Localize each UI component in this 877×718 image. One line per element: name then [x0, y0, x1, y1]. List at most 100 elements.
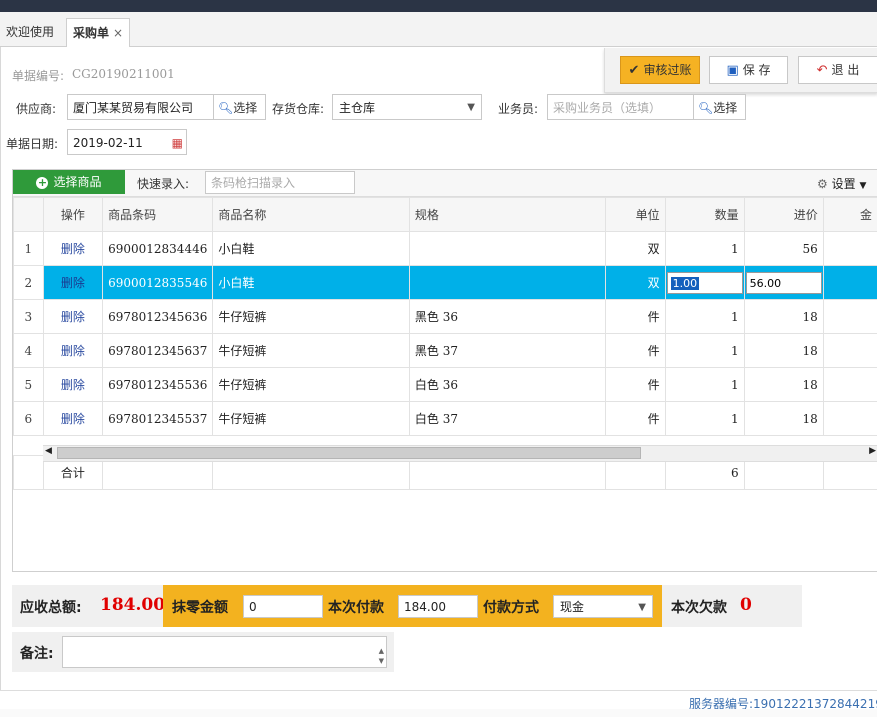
amount-cell [823, 300, 877, 334]
qty-cell[interactable]: 1 [665, 368, 744, 402]
unit-cell[interactable]: 件 [606, 368, 665, 402]
warehouse-label: 存货仓库: [272, 100, 324, 117]
unit-cell[interactable]: 双 [606, 232, 665, 266]
warehouse-select[interactable]: 主仓库 ▼ [332, 94, 482, 120]
price-cell[interactable]: 18 [744, 402, 823, 436]
tab-welcome[interactable]: 欢迎使用 [0, 18, 60, 46]
search-icon: 🔍︎ [218, 101, 233, 115]
spec-cell[interactable]: 黑色 36 [409, 300, 605, 334]
qty-input[interactable]: 1.00 [667, 272, 743, 294]
spec-cell[interactable]: 黑色 37 [409, 334, 605, 368]
amount-cell [823, 402, 877, 436]
payment-method-select[interactable]: 现金 ▼ [553, 595, 653, 618]
exit-button[interactable]: ↶退 出 [798, 56, 877, 84]
add-goods-button[interactable]: +选择商品 [13, 170, 125, 194]
scrollbar-thumb[interactable] [57, 447, 641, 459]
col-price-header: 进价 [744, 198, 823, 232]
doc-no-label: 单据编号: [12, 67, 64, 84]
paid-input[interactable]: 184.00 [398, 595, 478, 618]
remark-textarea[interactable]: ▲ ▼ [62, 636, 387, 668]
amount-cell [823, 368, 877, 402]
qty-cell[interactable]: 1 [665, 402, 744, 436]
warehouse-value: 主仓库 [339, 101, 375, 115]
qty-edit-cell[interactable]: 1.00 [665, 266, 744, 300]
save-label: 保 存 [743, 63, 771, 77]
scroll-right-icon[interactable]: ▶ [869, 446, 876, 456]
taskbar-strip [0, 709, 877, 717]
row-index: 1 [14, 232, 44, 266]
delete-link[interactable]: 删除 [43, 232, 102, 266]
name-cell[interactable]: 牛仔短裤 [213, 402, 410, 436]
delete-link[interactable]: 删除 [43, 402, 102, 436]
doc-no-value: CG20190211001 [72, 67, 175, 81]
name-cell[interactable]: 牛仔短裤 [213, 334, 410, 368]
receivable-label: 应收总额: [20, 597, 82, 617]
col-index-header [14, 198, 44, 232]
table-row[interactable]: 4 删除 6978012345637 牛仔短裤 黑色 37 件 1 18 [14, 334, 877, 368]
unit-cell[interactable]: 件 [606, 300, 665, 334]
settings-button[interactable]: ⚙ 设置 ▼ [817, 175, 866, 192]
row-index: 2 [14, 266, 44, 300]
price-cell[interactable]: 56 [744, 232, 823, 266]
salesman-select-button[interactable]: 🔍︎选择 [693, 94, 746, 120]
plus-icon: + [36, 177, 48, 189]
quick-entry-label: 快速录入: [137, 175, 189, 192]
tab-welcome-label: 欢迎使用 [6, 25, 54, 39]
remark-label: 备注: [20, 643, 54, 663]
unit-cell[interactable]: 双 [606, 266, 665, 300]
unit-cell[interactable]: 件 [606, 402, 665, 436]
delete-link[interactable]: 删除 [43, 334, 102, 368]
barcode-cell[interactable]: 6978012345636 [103, 300, 213, 334]
barcode-cell[interactable]: 6978012345537 [103, 402, 213, 436]
name-cell[interactable]: 牛仔短裤 [213, 300, 410, 334]
approve-post-button[interactable]: ✔审核过账 [620, 56, 700, 84]
barcode-scan-input[interactable]: 条码枪扫描录入 [205, 171, 355, 194]
discount-input[interactable]: 0 [243, 595, 323, 618]
table-row[interactable]: 3 删除 6978012345636 牛仔短裤 黑色 36 件 1 18 [14, 300, 877, 334]
spinner-down-icon[interactable]: ▼ [379, 656, 384, 666]
salesman-field[interactable]: 采购业务员（选填） [547, 94, 694, 120]
qty-cell[interactable]: 1 [665, 300, 744, 334]
spec-cell[interactable] [409, 232, 605, 266]
table-row[interactable]: 6 删除 6978012345537 牛仔短裤 白色 37 件 1 18 [14, 402, 877, 436]
delete-link[interactable]: 删除 [43, 368, 102, 402]
spec-cell[interactable] [409, 266, 605, 300]
price-input[interactable]: 56.00 [746, 272, 822, 294]
name-cell[interactable]: 小白鞋 [213, 266, 410, 300]
close-icon[interactable]: × [113, 26, 123, 40]
calendar-icon[interactable]: ▦ [172, 130, 183, 156]
tab-purchase-order[interactable]: 采购单× [66, 18, 130, 47]
delete-link[interactable]: 删除 [43, 300, 102, 334]
col-amount-header: 金 [823, 198, 877, 232]
unit-cell[interactable]: 件 [606, 334, 665, 368]
delete-link[interactable]: 删除 [43, 266, 102, 300]
name-cell[interactable]: 牛仔短裤 [213, 368, 410, 402]
table-row-selected[interactable]: 2 删除 6900012835546 小白鞋 双 1.00 56.00 [14, 266, 877, 300]
salesman-label: 业务员: [498, 100, 538, 117]
horizontal-scrollbar[interactable]: ◀ ▶ [43, 445, 877, 462]
back-arrow-icon: ↶ [817, 58, 828, 84]
barcode-cell[interactable]: 6900012834446 [103, 232, 213, 266]
supplier-field[interactable]: 厦门某某贸易有限公司 [67, 94, 214, 120]
price-edit-cell[interactable]: 56.00 [744, 266, 823, 300]
barcode-cell[interactable]: 6900012835546 [103, 266, 213, 300]
spec-cell[interactable]: 白色 37 [409, 402, 605, 436]
scroll-left-icon[interactable]: ◀ [45, 446, 52, 456]
name-cell[interactable]: 小白鞋 [213, 232, 410, 266]
save-button[interactable]: ▣ 保 存 [709, 56, 788, 84]
price-cell[interactable]: 18 [744, 300, 823, 334]
price-cell[interactable]: 18 [744, 334, 823, 368]
qty-cell[interactable]: 1 [665, 232, 744, 266]
method-label: 付款方式 [483, 597, 539, 617]
table-row[interactable]: 5 删除 6978012345536 牛仔短裤 白色 36 件 1 18 [14, 368, 877, 402]
table-row[interactable]: 1 删除 6900012834446 小白鞋 双 1 56 [14, 232, 877, 266]
floppy-disk-icon: ▣ [726, 58, 738, 84]
barcode-cell[interactable]: 6978012345536 [103, 368, 213, 402]
supplier-select-button[interactable]: 🔍︎选择 [213, 94, 266, 120]
action-toolbar: ✔审核过账 ▣ 保 存 ↶退 出 [604, 48, 877, 93]
qty-cell[interactable]: 1 [665, 334, 744, 368]
date-field[interactable]: 2019-02-11 ▦ [67, 129, 187, 155]
spec-cell[interactable]: 白色 36 [409, 368, 605, 402]
price-cell[interactable]: 18 [744, 368, 823, 402]
barcode-cell[interactable]: 6978012345637 [103, 334, 213, 368]
